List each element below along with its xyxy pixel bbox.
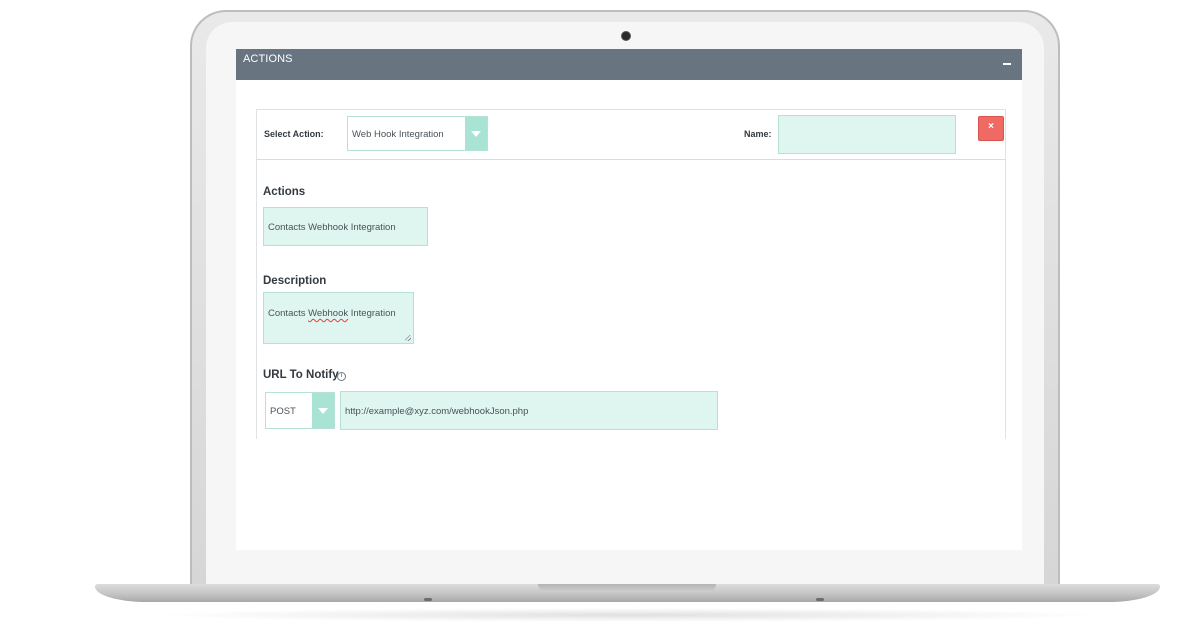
description-label: Description	[263, 275, 327, 287]
actions-label: Actions	[263, 186, 306, 198]
url-input[interactable]: http://example@xyz.com/webhookJson.php	[340, 391, 718, 430]
select-action-value: Web Hook Integration	[352, 129, 444, 140]
name-input[interactable]	[778, 115, 956, 154]
laptop-foot-left	[424, 598, 432, 601]
camera-icon	[621, 31, 631, 41]
select-action-dropdown[interactable]: Web Hook Integration	[347, 116, 488, 151]
http-method-dropdown[interactable]: POST	[265, 392, 335, 429]
name-label: Name:	[744, 129, 772, 139]
url-input-value: http://example@xyz.com/webhookJson.php	[345, 406, 529, 417]
screen: ACTIONS Select Action: Web Hook Integrat…	[236, 49, 1022, 550]
http-method-value: POST	[270, 406, 296, 417]
actions-input[interactable]: Contacts Webhook Integration	[263, 207, 428, 246]
description-value: Contacts Webhook Integration	[268, 308, 396, 319]
resize-handle-icon[interactable]	[405, 335, 411, 341]
url-to-notify-label: URL To Notify	[263, 369, 339, 381]
misspelled-word: Webhook	[308, 308, 349, 319]
row-divider	[256, 159, 1005, 160]
laptop-foot-right	[816, 598, 824, 601]
panel-header: ACTIONS	[236, 49, 1022, 80]
chevron-down-icon	[312, 393, 334, 428]
info-icon[interactable]: i	[337, 372, 346, 381]
chevron-down-icon	[465, 117, 487, 150]
close-icon[interactable]: ×	[978, 116, 1004, 141]
description-textarea[interactable]: Contacts Webhook Integration	[263, 292, 414, 344]
laptop-shadow	[150, 608, 1110, 622]
remove-action-symbol: ×	[988, 121, 994, 132]
select-action-label: Select Action:	[264, 129, 324, 139]
minus-icon[interactable]	[1000, 55, 1014, 69]
actions-input-value: Contacts Webhook Integration	[268, 222, 396, 233]
laptop-mockup: ACTIONS Select Action: Web Hook Integrat…	[0, 0, 1200, 630]
laptop-notch	[538, 584, 716, 592]
panel-title: ACTIONS	[243, 53, 293, 65]
